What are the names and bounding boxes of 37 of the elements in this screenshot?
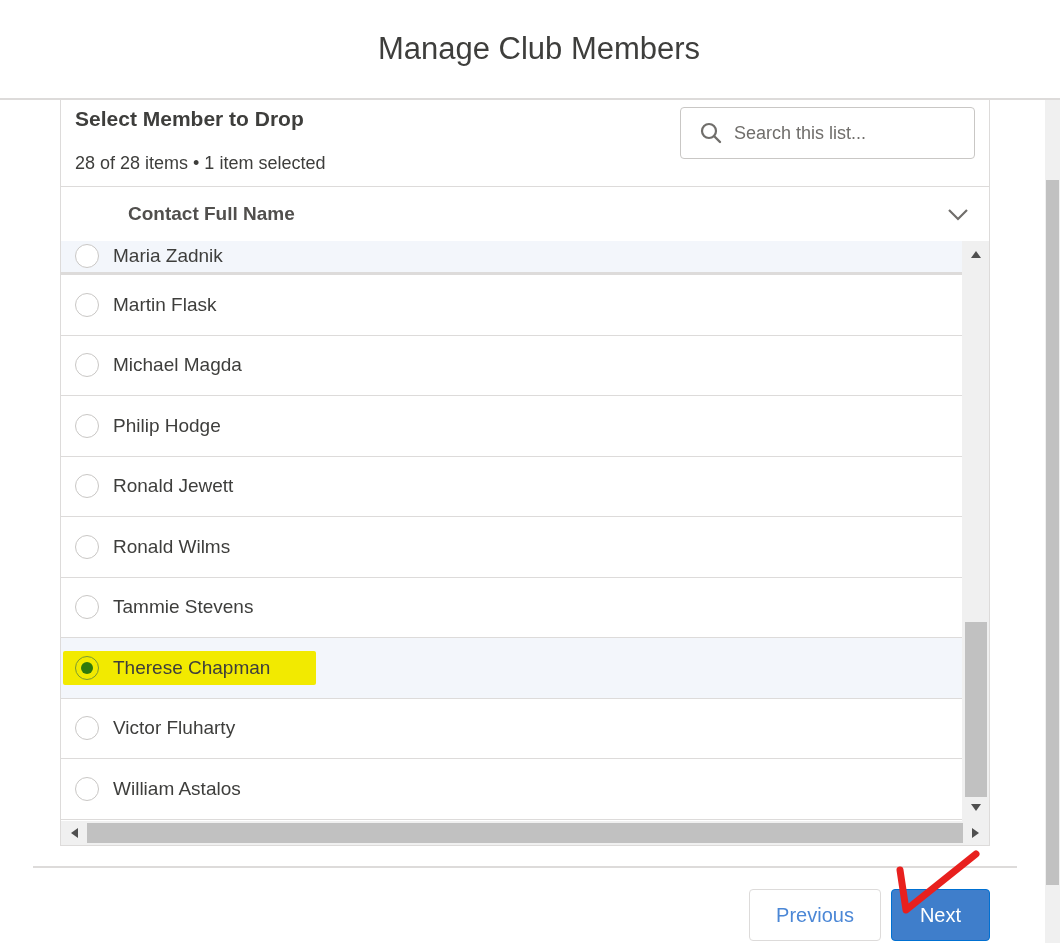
scrollbar-thumb[interactable] <box>1046 180 1059 885</box>
scroll-up-icon[interactable] <box>969 249 982 259</box>
list-summary: 28 of 28 items • 1 item selected <box>75 153 326 174</box>
next-button[interactable]: Next <box>890 889 990 941</box>
scroll-right-icon[interactable] <box>971 827 981 839</box>
radio-button[interactable] <box>75 534 99 559</box>
scrollbar-thumb[interactable] <box>87 823 963 843</box>
member-name: Therese Chapman <box>113 656 271 679</box>
radio-button[interactable] <box>75 776 99 801</box>
list-row[interactable]: Therese Chapman <box>61 638 962 699</box>
member-name: Michael Magda <box>113 354 242 377</box>
radio-button[interactable] <box>75 595 99 620</box>
member-name: Philip Hodge <box>113 414 221 437</box>
member-name: Martin Flask <box>113 293 217 316</box>
member-name: Ronald Jewett <box>113 475 234 498</box>
radio-button[interactable] <box>75 716 99 741</box>
member-name: Victor Fluharty <box>113 717 236 740</box>
search-icon <box>700 122 722 144</box>
previous-button[interactable]: Previous <box>749 889 881 941</box>
chevron-down-icon[interactable] <box>947 207 969 221</box>
list-row[interactable]: Maria Zadnik <box>61 241 962 275</box>
dialog-title: Manage Club Members <box>377 31 701 67</box>
member-name: Tammie Stevens <box>113 596 254 619</box>
scrollbar-thumb[interactable] <box>964 622 987 797</box>
scroll-down-icon[interactable] <box>969 803 982 813</box>
member-name: William Astalos <box>113 777 241 800</box>
column-label: Contact Full Name <box>128 203 295 225</box>
radio-button[interactable] <box>75 413 99 438</box>
member-name: Ronald Wilms <box>113 535 231 558</box>
radio-button[interactable] <box>75 474 99 499</box>
search-field[interactable]: Search this list... <box>680 107 975 159</box>
radio-button[interactable] <box>75 292 99 317</box>
list-title: Select Member to Drop <box>75 107 305 131</box>
radio-button[interactable] <box>75 353 99 378</box>
member-name: Maria Zadnik <box>113 245 223 267</box>
radio-button[interactable] <box>75 244 99 268</box>
scroll-left-icon[interactable] <box>69 827 79 839</box>
